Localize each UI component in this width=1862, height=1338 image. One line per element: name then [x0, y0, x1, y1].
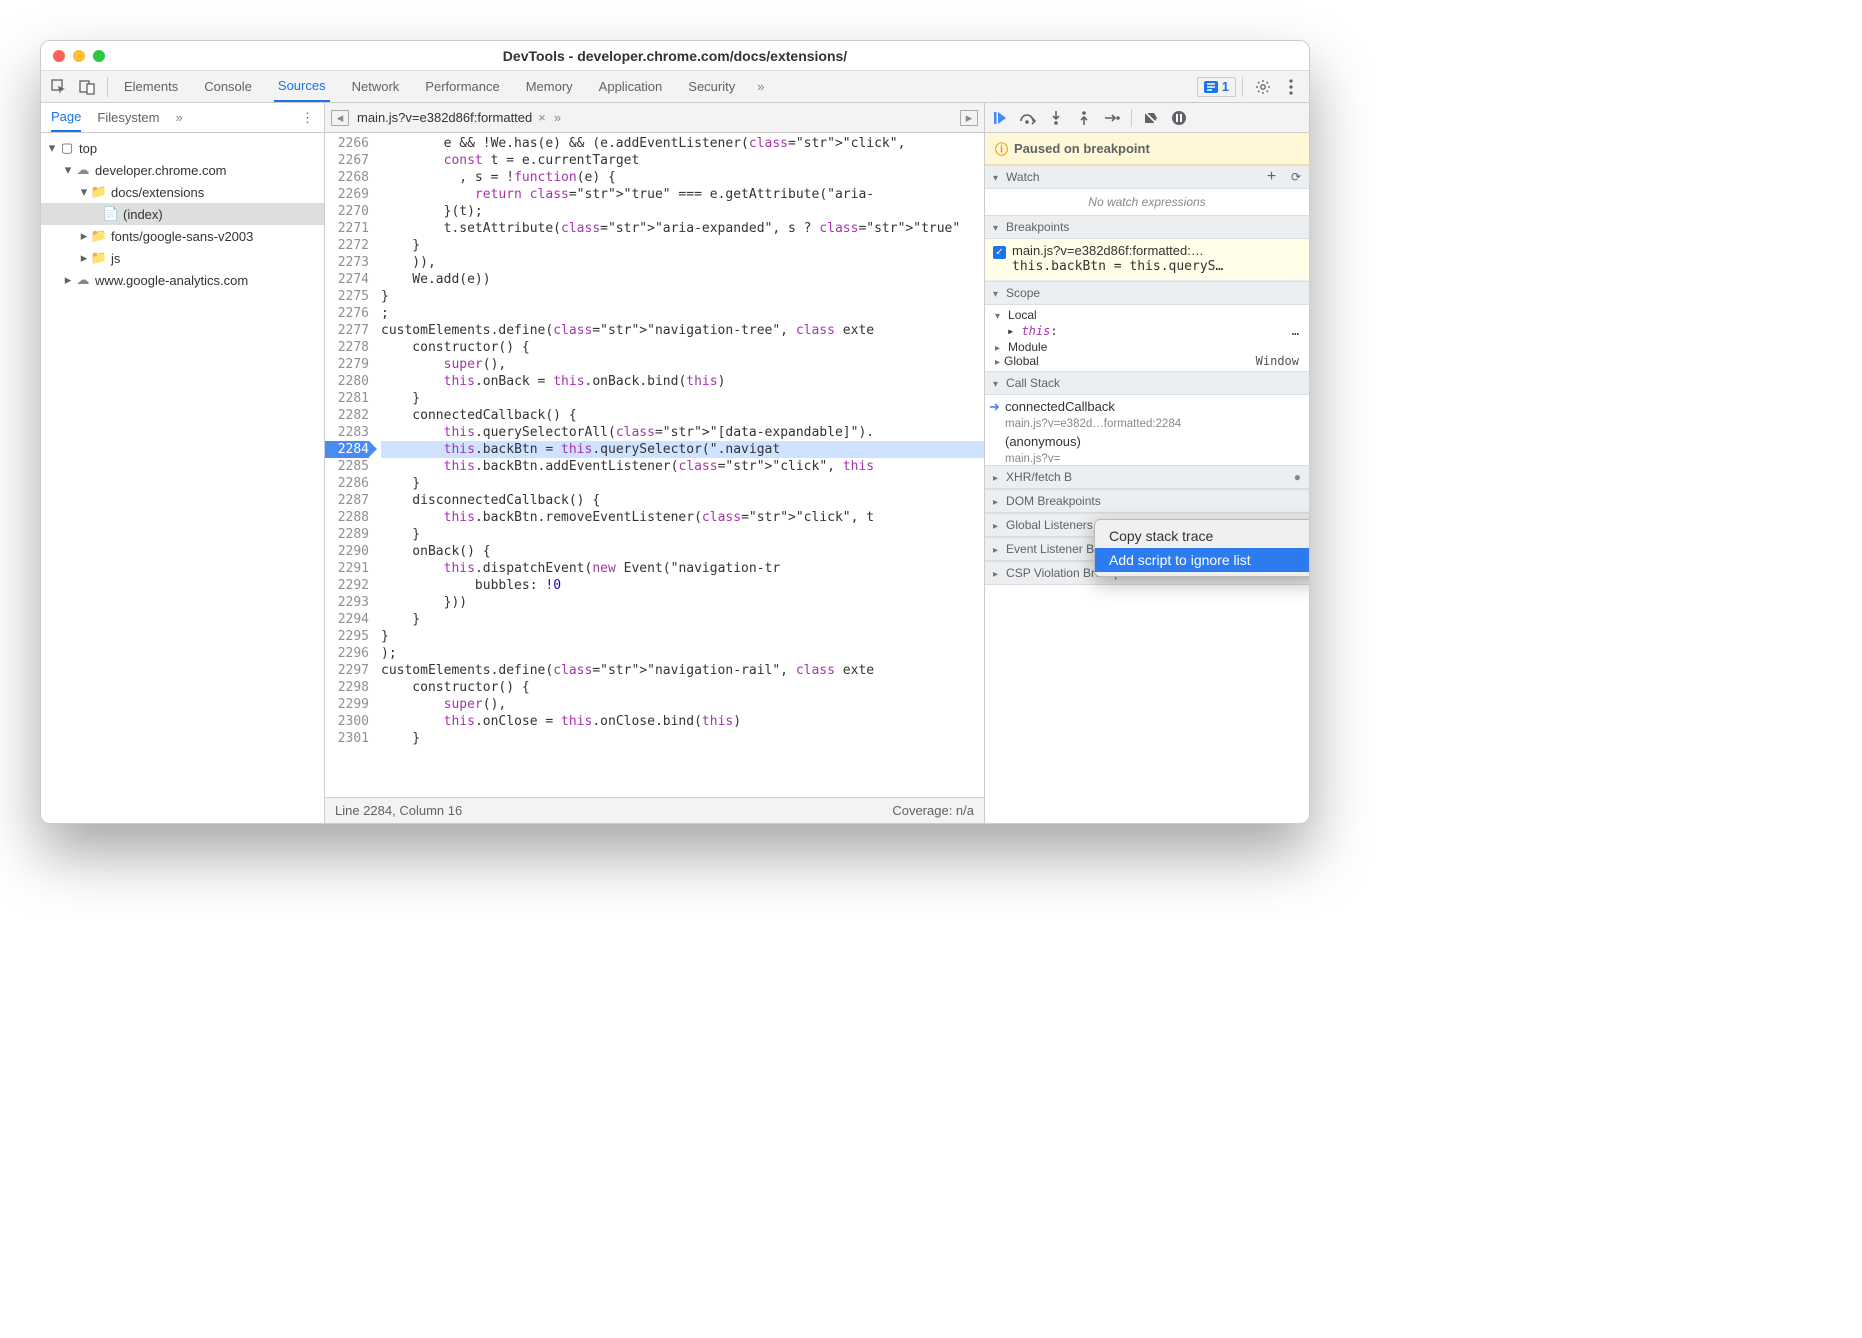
more-tabs-icon[interactable]: »: [757, 79, 764, 94]
editor-tabs: ◂ main.js?v=e382d86f:formatted × » ▸: [325, 103, 984, 133]
nav-more-icon[interactable]: »: [176, 110, 183, 125]
main-toolbar: Elements Console Sources Network Perform…: [41, 71, 1309, 103]
tab-elements[interactable]: Elements: [120, 71, 182, 102]
step-out-icon[interactable]: [1075, 109, 1093, 127]
editor-tab-main[interactable]: main.js?v=e382d86f:formatted ×: [357, 110, 546, 125]
step-icon[interactable]: [1103, 109, 1121, 127]
stack-frame-2-loc: main.js?v=: [985, 453, 1309, 465]
ctx-copy-stack-trace[interactable]: Copy stack trace: [1095, 524, 1310, 548]
code-content[interactable]: e && !We.has(e) && (e.addEventListener(c…: [377, 133, 984, 797]
stack-frame-1-loc: main.js?v=e382d…formatted:2284: [985, 418, 1309, 430]
watch-header[interactable]: Watch + ⟳: [985, 165, 1309, 189]
nav-tab-filesystem[interactable]: Filesystem: [97, 110, 159, 125]
panel-tabs: Elements Console Sources Network Perform…: [120, 71, 764, 102]
editor-status-bar: Line 2284, Column 16 Coverage: n/a: [325, 797, 984, 823]
code-area[interactable]: 2266226722682269227022712272227322742275…: [325, 133, 984, 797]
refresh-watch-icon[interactable]: ⟳: [1291, 170, 1301, 184]
tree-folder-fonts[interactable]: ▸📁fonts/google-sans-v2003: [41, 225, 324, 247]
debugger-controls: [985, 103, 1309, 133]
navigator-tabs: Page Filesystem » ⋮: [41, 103, 324, 133]
ctx-add-ignore-list[interactable]: Add script to ignore list: [1095, 548, 1310, 572]
paused-banner: ⓘ Paused on breakpoint: [985, 133, 1309, 165]
device-mode-icon[interactable]: [73, 73, 101, 101]
close-tab-icon[interactable]: ×: [538, 110, 546, 125]
stack-frame-2[interactable]: (anonymous): [985, 430, 1309, 453]
xhr-bp-header[interactable]: XHR/fetch B●: [985, 465, 1309, 489]
info-icon: ⓘ: [995, 139, 1008, 158]
tree-folder-js[interactable]: ▸📁js: [41, 247, 324, 269]
tab-console[interactable]: Console: [200, 71, 256, 102]
devtools-window: DevTools - developer.chrome.com/docs/ext…: [40, 40, 1310, 824]
nav-tab-page[interactable]: Page: [51, 103, 81, 132]
tree-folder-docs[interactable]: ▾📁docs/extensions: [41, 181, 324, 203]
stack-frame-1[interactable]: connectedCallback: [985, 395, 1309, 418]
main-content: Page Filesystem » ⋮ ▾▢top ▾☁developer.ch…: [41, 103, 1309, 823]
scope-header[interactable]: Scope: [985, 281, 1309, 305]
file-tree: ▾▢top ▾☁developer.chrome.com ▾📁docs/exte…: [41, 133, 324, 295]
tree-top[interactable]: ▾▢top: [41, 137, 324, 159]
add-watch-icon[interactable]: +: [1267, 168, 1276, 186]
coverage-status: Coverage: n/a: [892, 803, 974, 818]
divider: [1242, 77, 1243, 97]
breakpoint-item[interactable]: ✓main.js?v=e382d86f:formatted:… this.bac…: [985, 239, 1309, 281]
watch-empty: No watch expressions: [985, 189, 1309, 215]
breakpoint-checkbox[interactable]: ✓: [993, 246, 1006, 259]
nav-kebab-icon[interactable]: ⋮: [301, 110, 314, 126]
scope-module[interactable]: Module: [995, 340, 1299, 354]
tree-origin-chrome[interactable]: ▾☁developer.chrome.com: [41, 159, 324, 181]
context-menu: Copy stack trace Add script to ignore li…: [1094, 519, 1310, 577]
history-back-icon[interactable]: ◂: [331, 110, 349, 126]
inspect-element-icon[interactable]: [45, 73, 73, 101]
scope-this[interactable]: ▸ this: …: [995, 322, 1299, 340]
issues-badge[interactable]: 1: [1197, 77, 1236, 97]
navigator-panel: Page Filesystem » ⋮ ▾▢top ▾☁developer.ch…: [41, 103, 325, 823]
history-fwd-icon[interactable]: ▸: [960, 110, 978, 126]
step-into-icon[interactable]: [1047, 109, 1065, 127]
settings-icon[interactable]: [1249, 73, 1277, 101]
code-editor-panel: ◂ main.js?v=e382d86f:formatted × » ▸ 226…: [325, 103, 985, 823]
tab-sources[interactable]: Sources: [274, 71, 330, 102]
titlebar: DevTools - developer.chrome.com/docs/ext…: [41, 41, 1309, 71]
scope-body: Local ▸ this: … Module GlobalWindow: [985, 305, 1309, 371]
step-over-icon[interactable]: [1019, 109, 1037, 127]
editor-more-icon[interactable]: »: [554, 110, 561, 125]
scope-local[interactable]: Local: [995, 308, 1299, 322]
pause-exceptions-icon[interactable]: [1170, 109, 1188, 127]
tree-origin-ga[interactable]: ▸☁www.google-analytics.com: [41, 269, 324, 291]
deactivate-breakpoints-icon[interactable]: [1142, 109, 1160, 127]
line-gutter: 2266226722682269227022712272227322742275…: [325, 133, 377, 797]
tab-security[interactable]: Security: [684, 71, 739, 102]
tab-network[interactable]: Network: [348, 71, 404, 102]
callstack-header[interactable]: Call Stack: [985, 371, 1309, 395]
tree-file-index[interactable]: 📄(index): [41, 203, 324, 225]
issues-count: 1: [1222, 79, 1229, 94]
tab-memory[interactable]: Memory: [522, 71, 577, 102]
debugger-sidebar: ⓘ Paused on breakpoint Watch + ⟳ No watc…: [985, 103, 1309, 823]
dom-bp-header[interactable]: DOM Breakpoints: [985, 489, 1309, 513]
divider: [107, 77, 108, 97]
kebab-menu-icon[interactable]: [1277, 73, 1305, 101]
tab-application[interactable]: Application: [595, 71, 667, 102]
resume-icon[interactable]: [991, 109, 1009, 127]
cursor-position: Line 2284, Column 16: [335, 803, 462, 818]
divider: [1131, 109, 1132, 127]
window-title: DevTools - developer.chrome.com/docs/ext…: [41, 48, 1309, 64]
tab-performance[interactable]: Performance: [421, 71, 503, 102]
scope-global[interactable]: GlobalWindow: [995, 354, 1299, 368]
breakpoints-header[interactable]: Breakpoints: [985, 215, 1309, 239]
